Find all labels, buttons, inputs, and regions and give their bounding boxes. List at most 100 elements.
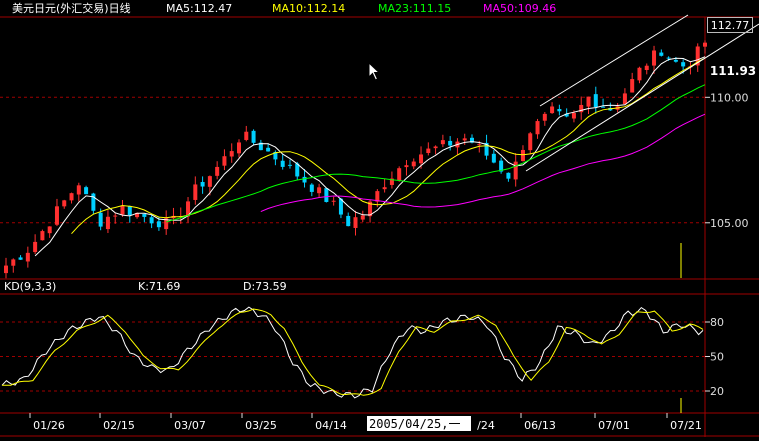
candle-body [105, 216, 110, 230]
candle-body [193, 184, 198, 200]
candle-body [200, 181, 205, 187]
candle-body [302, 176, 307, 183]
candle-body [637, 67, 642, 81]
candle-body [681, 62, 686, 67]
kd-y-tick-label: 20 [710, 385, 724, 398]
candle-body [11, 259, 16, 266]
candle-body [244, 131, 249, 140]
candle-body [54, 206, 59, 225]
candle-body [542, 113, 547, 121]
candle-body [433, 146, 438, 149]
candle-body [703, 42, 707, 47]
candle-body [47, 226, 52, 234]
candle-body [251, 130, 256, 143]
candle-body [586, 96, 591, 107]
x-tick-label: 07/21 [670, 419, 702, 432]
candle-body [156, 221, 161, 228]
candle-body [40, 231, 45, 241]
candle-body [382, 187, 387, 190]
candle-body [448, 140, 453, 146]
price-tag-high: 112.77 [707, 17, 753, 33]
x-tick-label: 01/26 [33, 419, 65, 432]
x-tick-label: 03/07 [174, 419, 206, 432]
candle-body [237, 142, 241, 154]
ma50-label: MA50:109.46 [483, 2, 556, 15]
candle-body [142, 213, 147, 217]
ma5-line [34, 56, 706, 257]
x-tick-label: /24 [477, 419, 495, 432]
candle-body [644, 65, 649, 70]
candle-body [324, 188, 329, 202]
candle-body [25, 252, 30, 262]
main-y-tick-label: 105.00 [710, 217, 749, 230]
candle-body [353, 217, 358, 228]
candles-group [4, 40, 707, 279]
candle-body [601, 106, 606, 108]
x-tick-label: 02/15 [103, 419, 135, 432]
candle-body [266, 147, 271, 152]
candle-body [477, 144, 482, 146]
chart-window: 110.00 105.00 80 50 20 美元日元(外汇交易)日线 MA5:112.47… [0, 0, 759, 437]
candle-body [652, 50, 657, 66]
main-y-tick-label: 110.00 [710, 91, 749, 104]
candle-body [113, 215, 118, 217]
kd-k-label: K:71.69 [138, 280, 180, 293]
k-line [1, 306, 704, 399]
candle-body [462, 138, 467, 141]
candle-body [76, 185, 81, 195]
candle-body [33, 241, 38, 253]
candle-body [62, 200, 67, 207]
candle-body [593, 94, 598, 108]
candle-body [84, 187, 89, 195]
kd-y-tick-label: 80 [710, 316, 724, 329]
candle-body [419, 154, 424, 164]
candle-body [222, 156, 227, 166]
kd-title: KD(9,3,3) [4, 280, 56, 293]
candle-body [4, 265, 8, 274]
candle-body [149, 217, 154, 224]
candle-body [622, 93, 627, 105]
mouse-pointer-icon [368, 62, 381, 81]
candle-body [440, 140, 445, 145]
candle-body [127, 206, 132, 216]
candle-body [215, 166, 220, 176]
candle-body [309, 184, 314, 192]
candle-body [69, 193, 74, 201]
candle-body [550, 106, 555, 114]
candle-body [207, 176, 212, 187]
candle-body [411, 161, 416, 167]
candle-body [630, 79, 635, 93]
candle-body [535, 121, 540, 135]
cursor-date-popup: 2005/04/25,一 [366, 415, 472, 432]
ma50-line [260, 113, 706, 213]
candle-body [506, 172, 511, 179]
candle-body [120, 205, 125, 215]
candle-body [673, 59, 678, 62]
candle-body [659, 52, 664, 56]
candle-body [528, 133, 533, 151]
candle-body [397, 168, 402, 181]
candle-body [280, 160, 285, 167]
candle-body [98, 212, 103, 227]
candle-body [404, 165, 409, 168]
candle-body [287, 164, 292, 166]
ma5-label: MA5:112.47 [166, 2, 232, 15]
candle-body [520, 149, 525, 162]
candle-body [571, 113, 576, 119]
candle-body [666, 57, 671, 59]
candle-body [18, 257, 23, 260]
price-tag-last: 111.93 [709, 64, 757, 78]
candle-body [557, 108, 562, 112]
ma10-label: MA10:112.14 [272, 2, 345, 15]
ma10-line [71, 57, 706, 235]
trend-channel-upper [539, 14, 689, 107]
candle-body [426, 148, 431, 154]
candle-body [491, 153, 496, 163]
x-tick-label: 07/01 [598, 419, 630, 432]
ma23-label: MA23:111.15 [378, 2, 451, 15]
candle-body [317, 187, 322, 194]
kd-d-label: D:73.59 [243, 280, 287, 293]
candle-body [360, 215, 365, 220]
candle-body [513, 161, 518, 180]
candle-body [229, 151, 234, 157]
